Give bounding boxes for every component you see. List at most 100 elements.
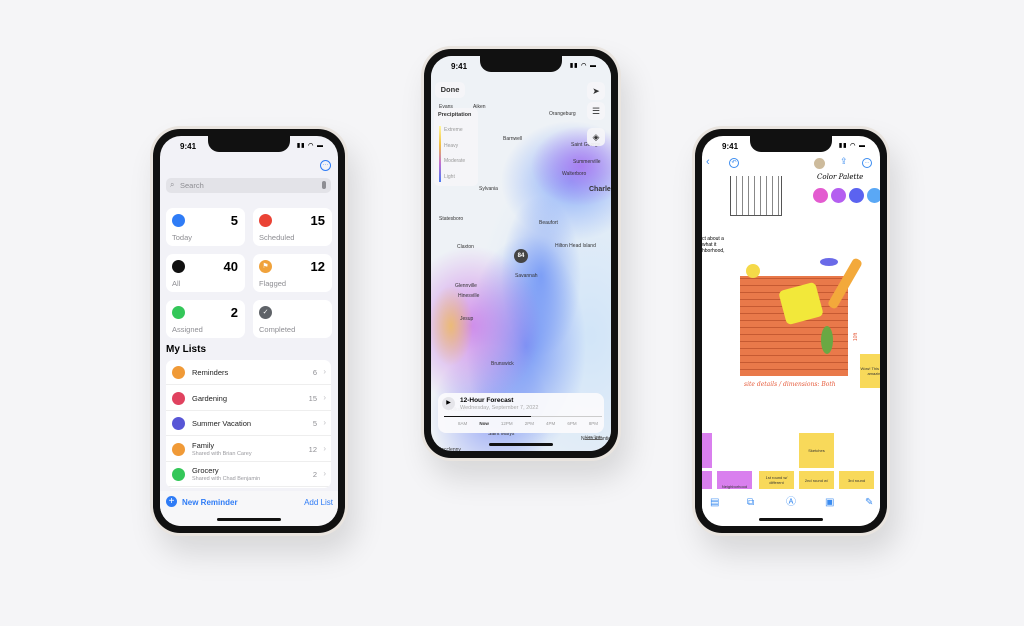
list-name: Summer Vacation	[192, 419, 252, 428]
smart-list-scheduled[interactable]: 15 Scheduled	[253, 208, 332, 246]
timeline-label[interactable]: 8PM	[589, 421, 598, 426]
map-city-label[interactable]: Hilton Head Island	[555, 243, 596, 249]
more-options-icon[interactable]: ···	[320, 160, 331, 171]
sticky-note[interactable]	[702, 471, 712, 489]
smart-list-completed[interactable]: ✓ Completed	[253, 300, 332, 338]
palette-swatch[interactable]	[831, 188, 846, 203]
timeline-label[interactable]: 12PM	[501, 421, 513, 426]
map-city-label[interactable]: Walterboro	[562, 171, 586, 177]
timeline-label[interactable]: 8AM	[458, 421, 467, 426]
map-city-label[interactable]: Orangeburg	[549, 111, 576, 117]
map-city-label[interactable]: Beaufort	[539, 220, 558, 226]
smart-list-all[interactable]: 40 All	[166, 254, 245, 292]
caption-text: site details / dimensions: Both	[744, 381, 836, 388]
calendar-icon	[172, 214, 185, 227]
checkmark-icon: ✓	[259, 306, 272, 319]
compose-icon[interactable]: ✎	[865, 497, 873, 508]
map-city-label[interactable]: Glennville	[455, 283, 477, 289]
smart-list-assigned[interactable]: 2 Assigned	[166, 300, 245, 338]
sticky-note[interactable]: Wow! This looks amazing	[860, 354, 880, 388]
map-city-label[interactable]: Charleston	[589, 186, 611, 193]
status-time: 9:41	[180, 142, 197, 151]
palette-label: Color Palette	[817, 173, 864, 181]
sticky-note[interactable]	[702, 433, 712, 468]
map-city-label[interactable]: Statesboro	[439, 216, 463, 222]
map-city-label[interactable]: Claxton	[457, 244, 474, 250]
timeline-label[interactable]: Now	[479, 421, 489, 426]
map-data-link[interactable]: Map Data	[585, 434, 602, 439]
smart-list-count: 40	[223, 259, 238, 274]
search-input[interactable]: ⌕ Search	[166, 178, 331, 193]
chevron-right-icon: ›	[323, 469, 326, 478]
list-count: 6	[312, 368, 317, 377]
palette-swatch[interactable]	[867, 188, 880, 203]
legend-gradient	[439, 126, 441, 182]
note-tool-icon[interactable]: ▤	[710, 497, 719, 508]
timeline-track[interactable]	[444, 416, 602, 417]
list-item[interactable]: Grocery Shared with Chad Benjamin 2 ›	[166, 462, 331, 487]
media-tool-icon[interactable]: ▣	[825, 497, 834, 508]
smart-list-label: Today	[172, 233, 193, 242]
timeline-progress	[444, 416, 531, 417]
add-circle-icon[interactable]: +	[166, 496, 177, 507]
smart-list-label: Scheduled	[259, 233, 295, 242]
new-reminder-button[interactable]: New Reminder	[182, 498, 238, 507]
map-city-label[interactable]: Sylvania	[479, 186, 498, 192]
map-city-label[interactable]: Brunswick	[491, 361, 514, 367]
dimension-label: 10ft	[853, 332, 860, 342]
sticky-note[interactable]: 3rd round	[839, 471, 874, 489]
share-icon[interactable]: ⇪	[840, 156, 848, 167]
sticky-note[interactable]: Sketches	[799, 433, 834, 468]
collaborator-avatar[interactable]	[814, 158, 825, 169]
home-indicator	[217, 518, 281, 521]
legend-level: Moderate	[444, 158, 466, 164]
palette-swatch[interactable]	[849, 188, 864, 203]
sticky-note[interactable]: 1st round w/ different	[759, 471, 794, 489]
timeline-label[interactable]: 4PM	[546, 421, 555, 426]
temperature-badge[interactable]: 84	[514, 249, 528, 263]
timeline-label[interactable]: 2PM	[525, 421, 534, 426]
smart-list-today[interactable]: 5 Today	[166, 208, 245, 246]
legend-title: Precipitation	[438, 112, 472, 118]
my-lists-title: My Lists	[166, 344, 207, 355]
map-city-label[interactable]: Barnwell	[503, 136, 522, 142]
list-button[interactable]: ☰	[587, 102, 605, 120]
sun-doodle	[746, 264, 760, 278]
list-item[interactable]: Gardening 15 ›	[166, 386, 331, 411]
list-item[interactable]: Summer Vacation 5 ›	[166, 411, 331, 436]
undo-icon[interactable]: ↶	[729, 158, 739, 168]
map-city-label[interactable]: Macclenny	[437, 447, 461, 451]
smart-list-flagged[interactable]: ⚑ 12 Flagged	[253, 254, 332, 292]
calendar-grid-icon	[259, 214, 272, 227]
add-list-button[interactable]: Add List	[304, 498, 333, 507]
map-city-label[interactable]: Summerville	[573, 159, 601, 165]
my-lists: Reminders 6 › Gardening 15 › Summer Vaca…	[166, 360, 331, 488]
map-city-label[interactable]: Hinesville	[458, 293, 479, 299]
people-icon	[172, 442, 185, 456]
phone-bezel: 9:41 ▮▮ ◠ ▬ ··· ⌕ Search 5 Today 15 Sched…	[153, 129, 345, 533]
done-button[interactable]: Done	[435, 82, 465, 98]
location-arrow-button[interactable]: ➤	[587, 82, 605, 100]
forecast-date: Wednesday, September 7, 2022	[460, 405, 539, 411]
list-count: 5	[312, 419, 317, 428]
status-time: 9:41	[451, 62, 468, 71]
list-shared-with: Shared with Chad Benjamin	[192, 476, 261, 482]
text-box-tool-icon[interactable]: Ⓐ	[786, 493, 796, 508]
back-chevron-icon[interactable]: ‹	[706, 156, 710, 168]
shapes-tool-icon[interactable]: ⧉	[747, 497, 754, 508]
timeline-label[interactable]: 6PM	[567, 421, 576, 426]
microphone-icon[interactable]	[322, 181, 326, 189]
sticky-note[interactable]: Neighborhood	[717, 471, 752, 489]
map-city-label[interactable]: Jesup	[460, 316, 473, 322]
palette-swatch[interactable]	[813, 188, 828, 203]
list-item[interactable]: Reminders 6 ›	[166, 360, 331, 385]
person-icon	[172, 306, 185, 319]
basket-icon	[172, 468, 185, 481]
sticky-note[interactable]: 2nd round w/	[799, 471, 834, 489]
list-item[interactable]: Family Shared with Brian Carey 12 ›	[166, 437, 331, 462]
map-city-label[interactable]: Savannah	[515, 273, 538, 279]
play-button[interactable]: ▶	[442, 397, 455, 410]
more-options-icon[interactable]: ···	[862, 158, 872, 168]
freeform-board-screen: 9:41 ▮▮ ◠ ▬ ‹ ↶ ⇪ ··· Color Palette ct ab…	[702, 136, 880, 526]
layers-button[interactable]: ◈	[587, 128, 605, 146]
